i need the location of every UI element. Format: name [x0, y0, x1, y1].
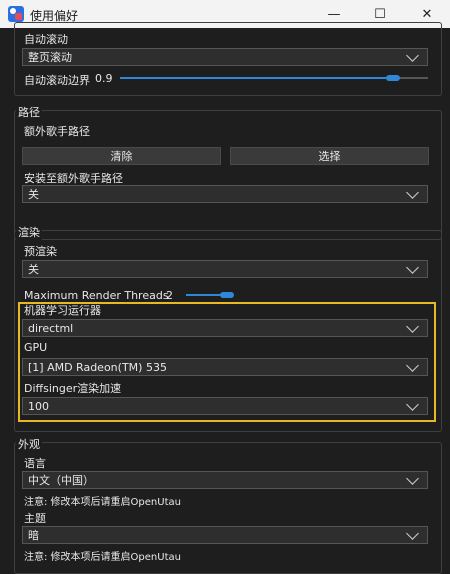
theme-value: 暗 — [28, 529, 39, 542]
preferences-content: 自动滚动 整页滚动 自动滚动边界 0.9 路径 额外歌手路径 清除 选择 安装至… — [0, 22, 450, 574]
render-group-title: 渲染 — [16, 224, 42, 240]
install-to-singer-path-select[interactable]: 关 — [22, 185, 428, 203]
ml-runner-select[interactable]: directml — [22, 319, 428, 337]
render-threads-value: 2 — [166, 289, 173, 302]
language-restart-note: 注意: 修改本项后请重启OpenUtau — [24, 497, 181, 508]
gpu-select[interactable]: [1] AMD Radeon(TM) 535 — [22, 358, 428, 376]
openutau-app-icon — [8, 6, 24, 22]
gpu-label: GPU — [24, 341, 48, 354]
auto-scroll-mode-value: 整页滚动 — [28, 51, 72, 64]
clear-path-button[interactable]: 清除 — [22, 147, 221, 165]
auto-scroll-margin-value: 0.9 — [95, 72, 113, 85]
prerender-label: 预渲染 — [24, 245, 57, 258]
auto-scroll-margin-slider-track — [396, 77, 428, 79]
prerender-select[interactable]: 关 — [22, 260, 428, 278]
install-to-singer-path-value: 关 — [28, 188, 39, 201]
diffsinger-acceleration-select[interactable]: 100 — [22, 397, 428, 415]
paths-group-title: 路径 — [16, 104, 42, 120]
diffsinger-acceleration-value: 100 — [28, 399, 49, 413]
theme-select[interactable]: 暗 — [22, 526, 428, 544]
auto-scroll-label: 自动滚动 — [24, 33, 68, 46]
select-path-button[interactable]: 选择 — [230, 147, 429, 165]
render-threads-slider-thumb[interactable] — [220, 292, 234, 298]
auto-scroll-margin-slider-fill — [120, 77, 396, 79]
language-label: 语言 — [24, 457, 46, 470]
gpu-value: [1] AMD Radeon(TM) 535 — [28, 360, 167, 374]
singer-path-label: 额外歌手路径 — [24, 125, 90, 138]
appearance-group-title: 外观 — [16, 436, 42, 452]
prerender-value: 关 — [28, 263, 39, 276]
chevron-down-icon — [406, 320, 419, 333]
language-value: 中文（中国） — [28, 474, 94, 487]
theme-restart-note: 注意: 修改本项后请重启OpenUtau — [24, 552, 181, 563]
auto-scroll-margin-slider-thumb[interactable] — [386, 75, 400, 81]
diffsinger-acceleration-label: Diffsinger渲染加速 — [24, 382, 122, 395]
chevron-down-icon — [406, 527, 419, 540]
chevron-down-icon — [406, 49, 419, 62]
theme-label: 主题 — [24, 512, 46, 525]
auto-scroll-margin-label: 自动滚动边界 — [24, 74, 90, 87]
chevron-down-icon — [406, 186, 419, 199]
chevron-down-icon — [406, 261, 419, 274]
ml-runner-value: directml — [28, 321, 74, 335]
install-to-singer-path-label: 安装至额外歌手路径 — [24, 172, 123, 185]
auto-scroll-mode-select[interactable]: 整页滚动 — [22, 48, 428, 66]
chevron-down-icon — [406, 359, 419, 372]
ml-runner-label: 机器学习运行器 — [24, 304, 101, 317]
render-threads-label: Maximum Render Threads — [24, 289, 169, 302]
language-select[interactable]: 中文（中国） — [22, 471, 428, 489]
chevron-down-icon — [406, 472, 419, 485]
chevron-down-icon — [406, 398, 419, 411]
